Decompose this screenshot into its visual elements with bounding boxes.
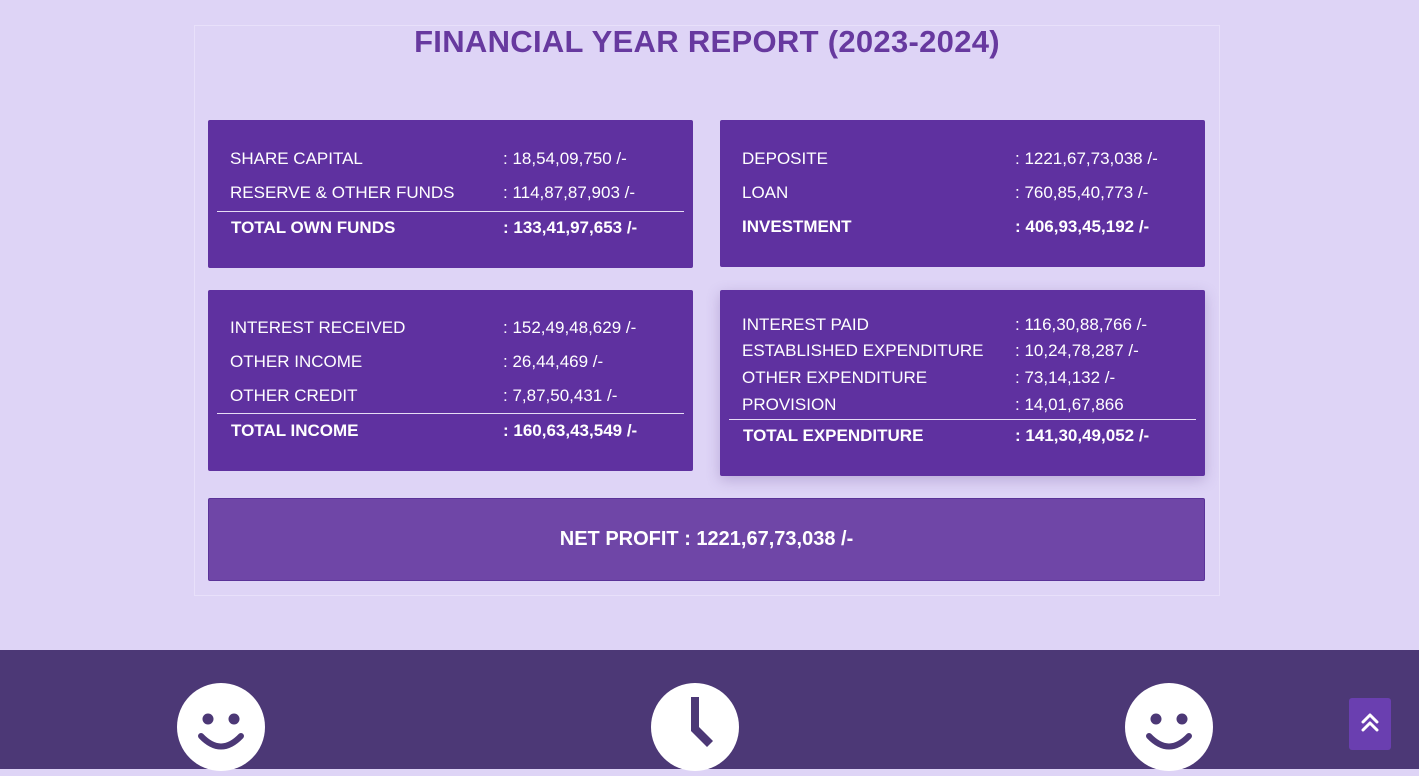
table-row: ESTABLISHED EXPENDITURE : 10,24,78,287 /…	[742, 340, 1195, 362]
table-row: OTHER CREDIT : 7,87,50,431 /-	[230, 385, 683, 407]
table-row: INTEREST PAID : 116,30,88,766 /-	[742, 314, 1195, 336]
row-label: OTHER INCOME	[230, 352, 363, 371]
total-label: TOTAL EXPENDITURE	[743, 426, 924, 445]
expenditure-card: INTEREST PAID : 116,30,88,766 /- ESTABLI…	[720, 290, 1205, 476]
footer	[0, 650, 1419, 771]
table-row: OTHER EXPENDITURE : 73,14,132 /-	[742, 367, 1195, 389]
row-label: OTHER EXPENDITURE	[742, 368, 928, 387]
smile-icon	[1125, 683, 1213, 771]
row-label: LOAN	[742, 183, 789, 202]
row-value: : 10,24,78,287 /-	[1015, 341, 1139, 360]
total-row: TOTAL INCOME : 160,63,43,549 /-	[231, 420, 683, 442]
row-label: ESTABLISHED EXPENDITURE	[742, 341, 984, 360]
total-value: : 406,93,45,192 /-	[1015, 217, 1150, 236]
row-label: INTEREST PAID	[742, 315, 869, 334]
total-value: : 160,63,43,549 /-	[503, 421, 638, 440]
row-value: : 114,87,87,903 /-	[503, 183, 636, 202]
row-value: : 760,85,40,773 /-	[1015, 183, 1149, 202]
report-title: FINANCIAL YEAR REPORT (2023-2024)	[414, 24, 1000, 59]
table-row: DEPOSITE : 1221,67,73,038 /-	[742, 148, 1195, 170]
scroll-to-top-button[interactable]	[1349, 698, 1391, 750]
total-value: : 141,30,49,052 /-	[1015, 426, 1150, 445]
row-value: : 152,49,48,629 /-	[503, 318, 637, 337]
total-label: INVESTMENT	[742, 217, 852, 236]
row-label: INTEREST RECEIVED	[230, 318, 406, 337]
total-label: TOTAL OWN FUNDS	[231, 218, 396, 237]
divider	[729, 419, 1196, 420]
table-row: RESERVE & OTHER FUNDS : 114,87,87,903 /-	[230, 182, 683, 204]
row-label: PROVISION	[742, 395, 837, 414]
row-value: : 26,44,469 /-	[503, 352, 604, 371]
row-label: RESERVE & OTHER FUNDS	[230, 183, 455, 202]
row-value: : 116,30,88,766 /-	[1015, 315, 1148, 334]
total-value: : 133,41,97,653 /-	[503, 218, 638, 237]
own-funds-card: SHARE CAPITAL : 18,54,09,750 /- RESERVE …	[208, 120, 693, 268]
clock-icon	[651, 683, 739, 771]
net-profit-banner: NET PROFIT : 1221,67,73,038 /-	[208, 498, 1205, 581]
table-row: SHARE CAPITAL : 18,54,09,750 /-	[230, 148, 683, 170]
total-row: TOTAL EXPENDITURE : 141,30,49,052 /-	[743, 425, 1195, 447]
row-label: DEPOSITE	[742, 149, 828, 168]
total-row: TOTAL OWN FUNDS : 133,41,97,653 /-	[231, 217, 683, 239]
smile-icon	[177, 683, 265, 771]
deposits-card: DEPOSITE : 1221,67,73,038 /- LOAN : 760,…	[720, 120, 1205, 267]
row-value: : 14,01,67,866	[1015, 395, 1124, 414]
table-row: LOAN : 760,85,40,773 /-	[742, 182, 1195, 204]
row-value: : 18,54,09,750 /-	[503, 149, 627, 168]
double-chevron-up-icon	[1361, 711, 1379, 738]
divider	[217, 413, 684, 414]
table-row: OTHER INCOME : 26,44,469 /-	[230, 351, 683, 373]
total-row: INVESTMENT : 406,93,45,192 /-	[742, 216, 1195, 238]
income-card: INTEREST RECEIVED : 152,49,48,629 /- OTH…	[208, 290, 693, 471]
row-value: : 7,87,50,431 /-	[503, 386, 618, 405]
total-label: TOTAL INCOME	[231, 421, 359, 440]
table-row: INTEREST RECEIVED : 152,49,48,629 /-	[230, 317, 683, 339]
table-row: PROVISION : 14,01,67,866	[742, 394, 1195, 416]
divider	[217, 211, 684, 212]
row-value: : 1221,67,73,038 /-	[1015, 149, 1158, 168]
row-value: : 73,14,132 /-	[1015, 368, 1116, 387]
row-label: SHARE CAPITAL	[230, 149, 363, 168]
row-label: OTHER CREDIT	[230, 386, 358, 405]
